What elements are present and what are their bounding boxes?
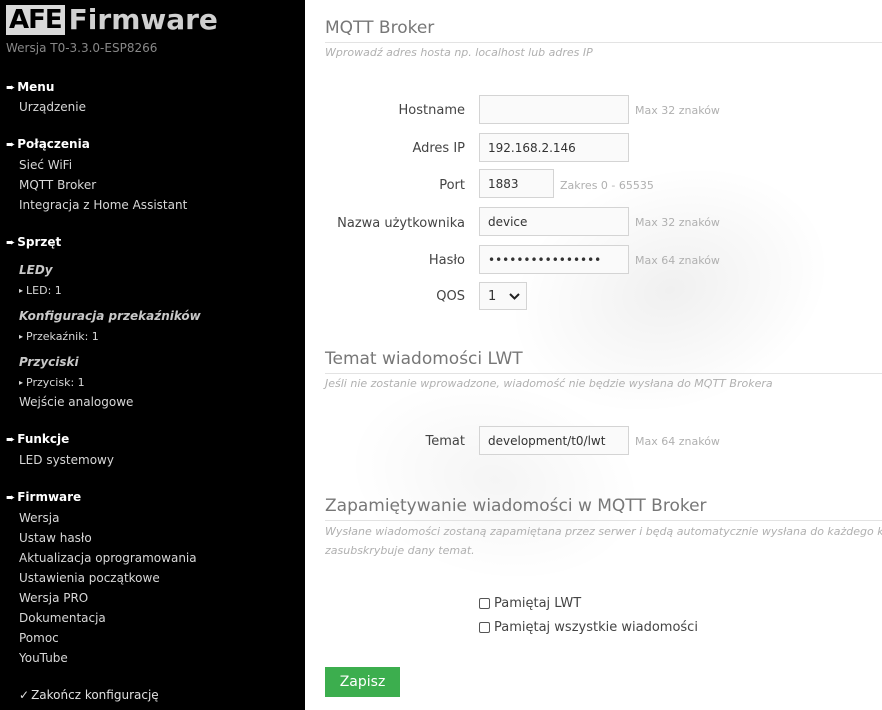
section-description-mqtt-broker: Wprowadź adres hosta np. localhost lub a… — [325, 46, 593, 59]
retain-lwt-label: Pamiętaj LWT — [494, 596, 582, 611]
qos-label: QOS — [436, 289, 465, 304]
sidebar-item-pro-version[interactable]: Wersja PRO — [19, 591, 88, 605]
sidebar-item-documentation[interactable]: Dokumentacja — [19, 611, 106, 625]
sidebar-item-initial-settings[interactable]: Ustawienia początkowe — [19, 571, 160, 585]
username-label: Nazwa użytkownika — [337, 216, 465, 231]
logo: AFE Firmware — [6, 3, 218, 37]
section-description-retain-line2: zasubskrybuje dany temat. — [325, 544, 475, 557]
version-label: Wersja T0-3.3.0-ESP8266 — [6, 41, 158, 55]
sidebar-item-analog-input[interactable]: Wejście analogowe — [19, 395, 133, 409]
section-hardware: ➨ Sprzęt — [6, 235, 62, 249]
checkbox-icon[interactable] — [479, 598, 490, 609]
password-label: Hasło — [428, 253, 465, 268]
chevron-down-icon — [509, 289, 520, 306]
checkbox-icon[interactable] — [479, 622, 490, 633]
lwt-topic-hint: Max 64 znaków — [635, 435, 720, 448]
hostname-label: Hostname — [398, 103, 465, 118]
main-content: MQTT Broker Wprowadź adres hosta np. loc… — [305, 0, 882, 710]
triangle-right-icon: ▸ — [19, 332, 24, 341]
password-input[interactable] — [479, 245, 629, 274]
sidebar-item-device[interactable]: Urządzenie — [19, 100, 86, 114]
sidebar-item-relay-1[interactable]: ▸ Przekaźnik: 1 — [19, 330, 99, 343]
triangle-right-icon: ▸ — [19, 378, 24, 387]
section-firmware: ➨ Firmware — [6, 490, 82, 504]
sidebar-item-youtube[interactable]: YouTube — [19, 651, 68, 665]
qos-select[interactable]: 1 — [479, 282, 527, 310]
ip-address-label: Adres IP — [412, 141, 465, 156]
password-hint: Max 64 znaków — [635, 254, 720, 267]
section-title-retain: Zapamiętywanie wiadomości w MQTT Broker — [325, 496, 707, 516]
username-hint: Max 32 znaków — [635, 216, 720, 229]
divider — [325, 42, 882, 43]
section-title-mqtt-broker: MQTT Broker — [325, 18, 435, 38]
section-connections: ➨ Połączenia — [6, 137, 90, 151]
qos-value: 1 — [488, 288, 497, 304]
port-label: Port — [439, 178, 465, 193]
sidebar-item-firmware-update[interactable]: Aktualizacja oprogramowania — [19, 551, 197, 565]
section-title-lwt: Temat wiadomości LWT — [325, 349, 523, 369]
sidebar-group-relays: Konfiguracja przekaźników — [19, 309, 201, 323]
retain-lwt-checkbox[interactable]: Pamiętaj LWT — [479, 596, 581, 611]
sidebar-item-button-1[interactable]: ▸ Przycisk: 1 — [19, 376, 85, 389]
sidebar-item-wifi[interactable]: Sieć WiFi — [19, 158, 72, 172]
arrow-right-icon: ➨ — [6, 138, 16, 151]
section-description-retain-line1: Wysłane wiadomości zostaną zapamiętana p… — [325, 525, 882, 538]
divider — [325, 520, 882, 521]
arrow-right-icon: ➨ — [6, 236, 16, 249]
section-description-lwt: Jeśli nie zostanie wprowadzone, wiadomoś… — [325, 377, 773, 390]
lwt-topic-input[interactable] — [479, 426, 629, 455]
sidebar-group-buttons: Przyciski — [19, 355, 79, 369]
sidebar-item-help[interactable]: Pomoc — [19, 631, 59, 645]
arrow-right-icon: ➨ — [6, 433, 16, 446]
finish-configuration-link[interactable]: ✓ Zakończ konfigurację — [19, 688, 159, 702]
ip-address-input[interactable] — [479, 133, 629, 162]
section-menu: ➨ Menu — [6, 80, 55, 94]
sidebar-item-mqtt-broker[interactable]: MQTT Broker — [19, 178, 96, 192]
sidebar-item-system-led[interactable]: LED systemowy — [19, 453, 114, 467]
hostname-input[interactable] — [479, 95, 629, 124]
save-button[interactable]: Zapisz — [325, 667, 400, 697]
arrow-right-icon: ➨ — [6, 491, 16, 504]
section-functions: ➨ Funkcje — [6, 432, 70, 446]
lwt-topic-label: Temat — [425, 434, 465, 449]
arrow-right-icon: ➨ — [6, 81, 16, 94]
sidebar-item-led-1[interactable]: ▸ LED: 1 — [19, 284, 62, 297]
logo-firmware: Firmware — [68, 3, 218, 36]
checkmark-icon: ✓ — [19, 688, 30, 702]
sidebar-item-version[interactable]: Wersja — [19, 511, 59, 525]
divider — [325, 373, 882, 374]
hostname-hint: Max 32 znaków — [635, 104, 720, 117]
sidebar-item-set-password[interactable]: Ustaw hasło — [19, 531, 92, 545]
sidebar-group-leds: LEDy — [19, 263, 53, 277]
port-hint: Zakres 0 - 65535 — [560, 179, 654, 192]
port-input[interactable] — [479, 169, 554, 198]
username-input[interactable] — [479, 207, 629, 236]
retain-all-label: Pamiętaj wszystkie wiadomości — [494, 620, 698, 635]
logo-afe: AFE — [6, 5, 65, 35]
sidebar-item-home-assistant[interactable]: Integracja z Home Assistant — [19, 198, 187, 212]
triangle-right-icon: ▸ — [19, 286, 24, 295]
sidebar: AFE Firmware Wersja T0-3.3.0-ESP8266 ➨ Me… — [0, 0, 305, 710]
retain-all-checkbox[interactable]: Pamiętaj wszystkie wiadomości — [479, 620, 698, 635]
